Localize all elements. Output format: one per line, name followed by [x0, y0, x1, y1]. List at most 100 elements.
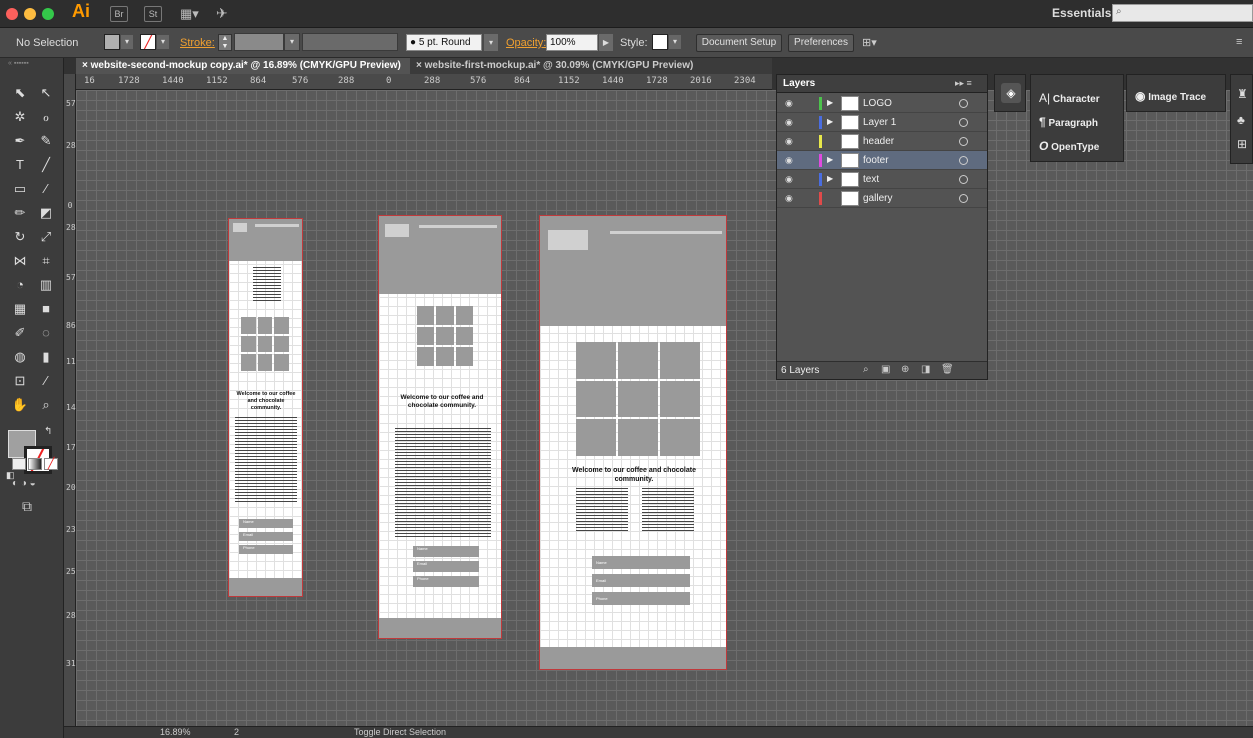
layer-target-icon[interactable]: [959, 137, 968, 146]
artboard-mobile[interactable]: Welcome to our coffee and chocolate comm…: [228, 218, 303, 597]
search-stock-input[interactable]: ⌕: [1112, 4, 1253, 22]
image-trace-button[interactable]: ◉ Image Trace: [1135, 89, 1206, 103]
preferences-button[interactable]: Preferences: [788, 34, 854, 52]
layer-target-icon[interactable]: [959, 99, 968, 108]
gradient-mode-icon[interactable]: [28, 458, 42, 470]
new-layer-icon[interactable]: ◨: [921, 364, 930, 375]
new-sublayer-icon[interactable]: ⊕: [901, 364, 909, 375]
expand-arrow-icon[interactable]: ▶: [827, 98, 833, 107]
expand-arrow-icon[interactable]: ▶: [827, 155, 833, 164]
none-mode-icon[interactable]: ╱: [44, 458, 58, 470]
layer-row-header[interactable]: ◉ header: [777, 132, 987, 151]
layer-target-icon[interactable]: [959, 194, 968, 203]
character-panel-button[interactable]: A| Character: [1039, 91, 1100, 105]
minimize-window-button[interactable]: [24, 8, 36, 20]
page-number[interactable]: 2: [234, 727, 239, 737]
opentype-panel-button[interactable]: O OpenType: [1039, 139, 1099, 153]
curvature-tool-icon[interactable]: ✎: [34, 130, 58, 152]
slice-tool-icon[interactable]: ⁄: [34, 370, 58, 392]
color-mode-icon[interactable]: [12, 458, 26, 470]
layer-target-icon[interactable]: [959, 156, 968, 165]
close-tab-icon[interactable]: ×: [416, 60, 425, 71]
line-tool-icon[interactable]: ╱: [34, 154, 58, 176]
layer-name[interactable]: header: [863, 136, 894, 147]
symbols-icon[interactable]: ♣: [1237, 113, 1245, 127]
layer-name[interactable]: text: [863, 174, 879, 185]
brush-definition-field[interactable]: ● 5 pt. Round: [406, 34, 482, 51]
layer-row-footer[interactable]: ◉ ▶ footer: [777, 151, 987, 170]
zoom-tool-icon[interactable]: ⌕: [34, 394, 58, 416]
paragraph-panel-button[interactable]: ¶ Paragraph: [1039, 115, 1098, 129]
layers-panel-icon[interactable]: ◈: [1001, 83, 1021, 103]
arrange-icon[interactable]: ⊞▾: [862, 36, 877, 49]
zoom-level[interactable]: 16.89%: [160, 727, 191, 737]
panel-menu-icon[interactable]: ▸▸ ≡: [955, 78, 972, 89]
visibility-eye-icon[interactable]: ◉: [785, 155, 793, 166]
type-tool-icon[interactable]: T: [8, 154, 32, 176]
artboard-canvas[interactable]: Welcome to our coffee and chocolate comm…: [76, 90, 1253, 726]
layers-panel-title[interactable]: Layers: [783, 78, 815, 89]
hand-tool-icon[interactable]: ✋: [8, 394, 32, 416]
magic-wand-tool-icon[interactable]: ✲: [8, 106, 32, 128]
visibility-eye-icon[interactable]: ◉: [785, 98, 793, 109]
layer-row-text[interactable]: ◉ ▶ text: [777, 170, 987, 189]
eraser-tool-icon[interactable]: ◩: [34, 202, 58, 224]
screen-mode-icon[interactable]: ⧉: [22, 498, 32, 515]
expand-arrow-icon[interactable]: ▶: [827, 174, 833, 183]
panel-menu-icon[interactable]: ≡: [1236, 36, 1242, 48]
workspace-switcher[interactable]: Essentials ▾: [1052, 6, 1121, 20]
width-tool-icon[interactable]: ⋈: [8, 250, 32, 272]
graphic-style-swatch[interactable]: [652, 34, 668, 50]
gpu-performance-icon[interactable]: ✈: [216, 5, 228, 22]
column-graph-tool-icon[interactable]: ▮: [34, 346, 58, 368]
fill-swatch[interactable]: [104, 34, 120, 50]
stroke-none-swatch[interactable]: ╱: [140, 34, 156, 50]
brush-dropdown-icon[interactable]: ▾: [484, 34, 498, 51]
close-tab-icon[interactable]: ×: [82, 60, 91, 71]
scale-tool-icon[interactable]: ⤢: [34, 226, 58, 248]
layer-row-layer-1[interactable]: ◉ ▶ Layer 1: [777, 113, 987, 132]
artboard-desktop[interactable]: Welcome to our coffee and chocolate comm…: [539, 215, 727, 670]
tab-first-mockup[interactable]: × website-first-mockup.ai* @ 30.09% (CMY…: [410, 58, 772, 74]
layer-name[interactable]: Layer 1: [863, 117, 896, 128]
stroke-weight-dropdown-icon[interactable]: ▾: [284, 33, 300, 51]
free-transform-tool-icon[interactable]: ⌗: [34, 250, 58, 272]
rectangle-tool-icon[interactable]: ▭: [8, 178, 32, 200]
vertical-ruler[interactable]: 576 288 0 288 576 864 1152 1440 1728 201…: [64, 74, 85, 726]
stock-button[interactable]: St: [144, 6, 162, 22]
rotate-tool-icon[interactable]: ↻: [8, 226, 32, 248]
swap-fill-stroke-icon[interactable]: ↰: [44, 426, 52, 437]
opacity-input[interactable]: 100%: [546, 34, 598, 51]
shape-builder-tool-icon[interactable]: ◔: [8, 274, 32, 296]
brushes-icon[interactable]: ♜: [1237, 87, 1248, 101]
layer-name[interactable]: LOGO: [863, 98, 892, 109]
pen-tool-icon[interactable]: ✒: [8, 130, 32, 152]
close-window-button[interactable]: [6, 8, 18, 20]
stroke-label[interactable]: Stroke:: [180, 37, 215, 49]
layer-row-logo[interactable]: ◉ ▶ LOGO: [777, 94, 987, 113]
expand-arrow-icon[interactable]: ▶: [827, 117, 833, 126]
selection-tool-icon[interactable]: ⬉: [8, 82, 32, 104]
stroke-weight-field[interactable]: [234, 33, 284, 51]
visibility-eye-icon[interactable]: ◉: [785, 174, 793, 185]
layer-row-gallery[interactable]: ◉ gallery: [777, 189, 987, 208]
visibility-eye-icon[interactable]: ◉: [785, 193, 793, 204]
symbol-sprayer-tool-icon[interactable]: ◍: [8, 346, 32, 368]
gradient-tool-icon[interactable]: ■: [34, 298, 58, 320]
visibility-eye-icon[interactable]: ◉: [785, 117, 793, 128]
locate-object-icon[interactable]: ⌕: [863, 364, 869, 375]
document-setup-button[interactable]: Document Setup: [696, 34, 782, 52]
bridge-button[interactable]: Br: [110, 6, 128, 22]
clipping-mask-icon[interactable]: ▣: [881, 364, 890, 375]
layer-name[interactable]: footer: [863, 155, 889, 166]
stroke-dropdown-icon[interactable]: ▾: [157, 35, 169, 49]
variable-width-profile-dropdown[interactable]: [302, 33, 398, 51]
layer-target-icon[interactable]: [959, 118, 968, 127]
style-dropdown-icon[interactable]: ▾: [669, 35, 681, 49]
opacity-label[interactable]: Opacity:: [506, 37, 546, 49]
lasso-tool-icon[interactable]: ℴ: [34, 106, 58, 128]
artboard-tool-icon[interactable]: ⊡: [8, 370, 32, 392]
artboard-tablet[interactable]: Welcome to our coffee and chocolate comm…: [378, 215, 502, 639]
toolbar-grip[interactable]: « ▪▪▪▪▪▪: [8, 60, 56, 70]
zoom-window-button[interactable]: [42, 8, 54, 20]
